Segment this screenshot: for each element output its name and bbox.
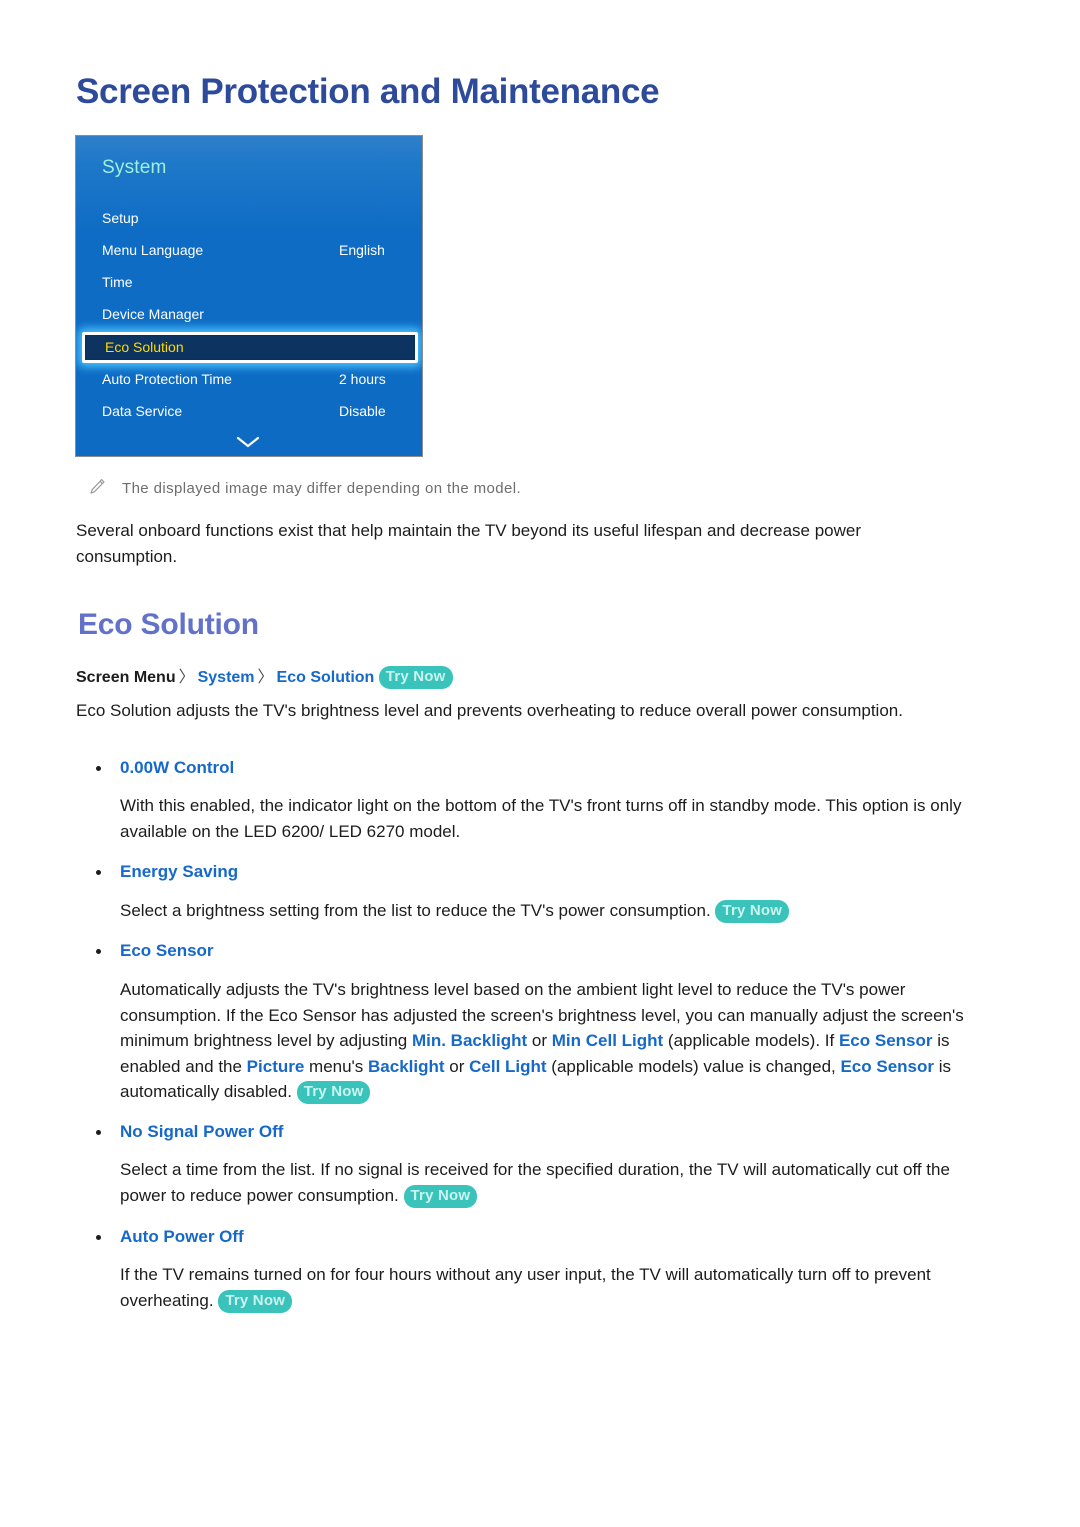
tv-menu-row-auto-protection-time[interactable]: Auto Protection Time 2 hours	[76, 365, 422, 397]
feature-body-text: Select a brightness setting from the lis…	[120, 901, 711, 920]
breadcrumb-separator-icon: 〉	[257, 669, 274, 686]
inline-term[interactable]: Min Cell Light	[552, 1031, 663, 1050]
inline-text: or	[444, 1056, 470, 1076]
bullet-dot-icon	[96, 1130, 101, 1135]
breadcrumb-item-eco-solution[interactable]: Eco Solution	[277, 669, 375, 686]
tv-menu-row-data-service[interactable]: Data Service Disable	[76, 397, 422, 429]
breadcrumb-separator-icon: 〉	[178, 669, 195, 686]
bullet-dot-icon	[96, 766, 101, 771]
inline-term[interactable]: Backlight	[368, 1057, 445, 1076]
bullet-dot-icon	[96, 1235, 101, 1240]
feature-body-auto-power-off: If the TV remains turned on for four hou…	[120, 1262, 1000, 1314]
try-now-badge[interactable]: Try Now	[378, 666, 453, 689]
section-description: Eco Solution adjusts the TV's brightness…	[76, 701, 903, 720]
inline-text: (applicable models). If	[663, 1031, 839, 1050]
inline-text: or	[527, 1031, 552, 1050]
breadcrumb: Screen Menu 〉 System 〉 Eco Solution Try Now	[76, 663, 453, 690]
inline-term[interactable]: Eco Sensor	[840, 1057, 934, 1076]
try-now-badge[interactable]: Try Now	[403, 1184, 478, 1208]
bullet-dot-icon	[96, 870, 101, 875]
feature-title[interactable]: Eco Sensor	[120, 941, 214, 961]
breadcrumb-root: Screen Menu	[76, 669, 176, 686]
feature-body-rich-text: Automatically adjusts the TV's brightnes…	[120, 980, 964, 1101]
feature-body-eco-sensor: Automatically adjusts the TV's brightnes…	[120, 977, 1000, 1105]
tv-menu-row-setup[interactable]: Setup	[76, 204, 422, 236]
tv-menu-row-time[interactable]: Time	[76, 268, 422, 300]
tv-menu-row-device-manager[interactable]: Device Manager	[76, 300, 422, 332]
feature-title[interactable]: Energy Saving	[120, 862, 238, 882]
tv-menu-header: System	[102, 157, 167, 178]
inline-term[interactable]: Eco Sensor	[839, 1031, 933, 1050]
feature-body-no-signal-power-off: Select a time from the list. If no signa…	[120, 1157, 1000, 1209]
intro-paragraph: Several onboard functions exist that hel…	[76, 521, 862, 566]
tv-menu-row-value: English	[339, 242, 385, 258]
inline-text: (applicable models) value is changed,	[546, 1056, 841, 1076]
section-title: Eco Solution	[78, 608, 259, 641]
tv-system-menu-panel: System Setup Menu Language English Time …	[75, 135, 423, 457]
try-now-badge[interactable]: Try Now	[715, 900, 790, 923]
feature-body-0-00w-control: With this enabled, the indicator light o…	[120, 793, 1000, 844]
note-text: The displayed image may differ depending…	[122, 480, 522, 497]
tv-menu-row-value: Disable	[339, 403, 386, 419]
tv-menu-row-label: Data Service	[102, 403, 183, 419]
feature-body-energy-saving: Select a brightness setting from the lis…	[120, 898, 1000, 924]
pencil-icon	[90, 479, 105, 494]
tv-menu-row-label: Device Manager	[102, 306, 204, 322]
tv-menu-row-label: Menu Language	[102, 242, 204, 258]
feature-body-text: With this enabled, the indicator light o…	[120, 796, 962, 841]
inline-term[interactable]: Picture	[247, 1057, 305, 1076]
try-now-badge[interactable]: Try Now	[296, 1081, 371, 1104]
breadcrumb-item-system[interactable]: System	[198, 669, 255, 686]
chevron-down-icon[interactable]	[234, 434, 262, 450]
tv-menu-row-value: 2 hours	[339, 371, 386, 387]
tv-menu-row-menu-language[interactable]: Menu Language English	[76, 236, 422, 268]
feature-title[interactable]: 0.00W Control	[120, 758, 234, 778]
tv-menu-row-label: Time	[102, 274, 133, 290]
feature-body-text: Select a time from the list. If no signa…	[120, 1160, 950, 1205]
tv-menu-row-label: Auto Protection Time	[102, 371, 232, 387]
feature-title[interactable]: No Signal Power Off	[120, 1122, 283, 1142]
bullet-dot-icon	[96, 949, 101, 954]
page-title: Screen Protection and Maintenance	[76, 72, 660, 111]
feature-title[interactable]: Auto Power Off	[120, 1227, 244, 1247]
tv-menu-row-eco-solution-selected[interactable]: Eco Solution	[82, 332, 418, 363]
tv-menu-row-label: Eco Solution	[105, 339, 184, 355]
inline-text: menu's	[304, 1056, 369, 1076]
inline-term[interactable]: Cell Light	[469, 1057, 546, 1076]
document-page: Screen Protection and Maintenance System…	[0, 0, 1080, 1527]
inline-term[interactable]: Min. Backlight	[412, 1031, 527, 1050]
try-now-badge[interactable]: Try Now	[218, 1289, 293, 1313]
tv-menu-row-label: Setup	[102, 210, 139, 226]
